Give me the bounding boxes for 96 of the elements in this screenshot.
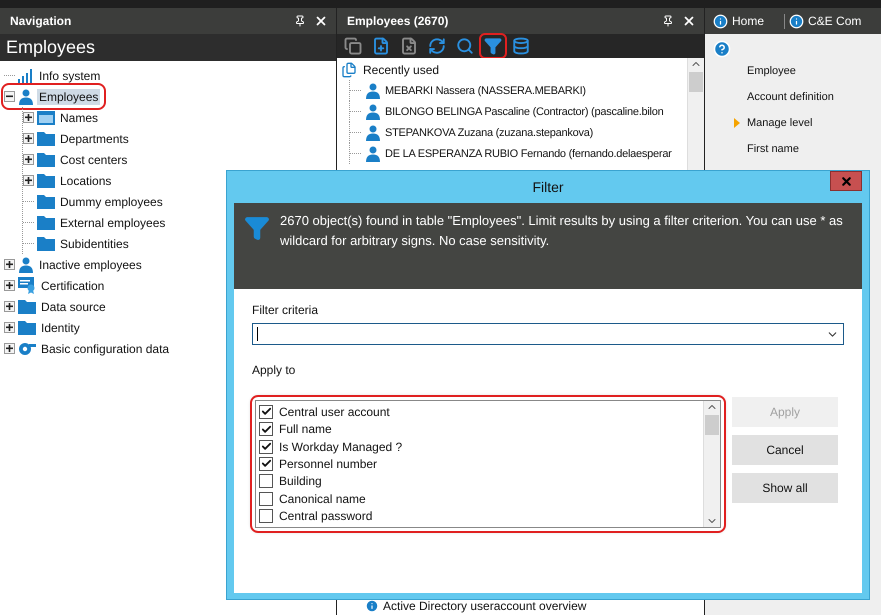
refresh-icon	[428, 37, 446, 55]
pin-icon[interactable]	[294, 15, 306, 27]
funnel-icon	[244, 215, 270, 241]
database-icon	[512, 37, 530, 55]
tree-item[interactable]: Inactive employees	[37, 256, 144, 272]
expand-icon[interactable]	[23, 175, 34, 186]
documents-icon	[341, 62, 357, 78]
checkbox[interactable]	[259, 509, 273, 524]
option-label[interactable]: Is Workday Managed ?	[279, 440, 402, 454]
close-button[interactable]	[830, 171, 862, 191]
checkbox[interactable]	[259, 422, 273, 436]
pin-icon[interactable]	[662, 15, 674, 27]
person-icon	[365, 124, 381, 140]
checkbox[interactable]	[259, 474, 273, 488]
expand-icon[interactable]	[4, 343, 15, 354]
person-icon	[18, 256, 34, 272]
close-icon[interactable]	[682, 14, 696, 28]
info-message: 2670 object(s) found in table "Employees". Limit results by using a filter criterion. You can use * as wildcard for arbitrary signs. No case sensitivity.	[280, 212, 844, 250]
tree-item[interactable]: Departments	[58, 130, 131, 146]
field-label: Apply to	[252, 363, 296, 377]
list-item[interactable]: BILONGO BELINGA Pascaline (Contractor) (pascaline.bilon	[385, 106, 664, 118]
close-icon	[840, 174, 852, 188]
person-icon	[365, 82, 381, 98]
field-label: Employee	[746, 65, 796, 77]
list-item[interactable]: MEBARKI Nassera (NASSERA.MEBARKI)	[385, 84, 586, 96]
checkbox[interactable]	[259, 440, 273, 454]
dialog-button[interactable]: Cancel	[732, 435, 838, 465]
expand-icon[interactable]	[23, 133, 34, 144]
tree-item[interactable]: Identity	[39, 320, 82, 336]
scrollbar-thumb[interactable]	[689, 72, 703, 92]
funnel-icon	[484, 37, 502, 55]
option-label[interactable]: Personnel number	[279, 456, 378, 471]
folder-icon	[18, 320, 36, 335]
new-file-icon	[372, 37, 390, 55]
checkbox[interactable]	[259, 456, 273, 471]
close-icon[interactable]	[314, 14, 328, 28]
filter-criteria-combobox[interactable]	[252, 323, 844, 345]
scrollbar-thumb[interactable]	[705, 415, 719, 435]
field-label: Manage level	[746, 117, 812, 129]
tree-item[interactable]: Cost centers	[58, 152, 130, 168]
folder-icon	[18, 299, 36, 314]
list-item[interactable]: DE LA ESPERANZA RUBIO Fernando (fernando.delaesperar	[385, 148, 672, 160]
panel-title: Navigation	[10, 14, 72, 28]
field-label: Account definition	[746, 91, 834, 103]
option-label[interactable]: Central password	[279, 509, 372, 524]
list-item[interactable]: STEPANKOVA Zuzana (zuzana.stepankova)	[385, 126, 594, 138]
person-icon	[365, 104, 381, 120]
tab[interactable]: Home	[709, 14, 786, 28]
expand-icon[interactable]	[4, 301, 15, 312]
expand-icon[interactable]	[23, 154, 34, 165]
person-icon	[365, 146, 381, 162]
folder-icon	[37, 152, 55, 167]
filter-button[interactable]	[481, 35, 505, 57]
folder-icon	[37, 131, 55, 146]
tree-item[interactable]: Names	[58, 110, 100, 126]
field-label: Filter criteria	[252, 303, 320, 317]
expand-icon[interactable]	[4, 322, 15, 333]
expand-icon[interactable]	[4, 259, 15, 270]
field-label: First name	[746, 143, 799, 155]
tree-item[interactable]: Info system	[37, 68, 102, 84]
certificate-icon	[18, 277, 36, 294]
person-icon	[18, 88, 34, 104]
info-icon	[789, 14, 804, 28]
delete-file-icon	[400, 37, 418, 55]
tree-item[interactable]: Locations	[58, 172, 114, 188]
copy-icon	[344, 37, 362, 55]
option-label[interactable]: Canonical name	[279, 492, 366, 506]
option-label[interactable]: Central user account	[279, 404, 390, 419]
search-icon	[456, 37, 474, 55]
section-heading: Employees	[0, 34, 336, 61]
checkbox[interactable]	[259, 404, 273, 419]
info-icon	[713, 14, 728, 28]
tree-item[interactable]: Certification	[39, 278, 106, 294]
tree-item[interactable]: Subidentities	[58, 236, 131, 252]
tree-item[interactable]: Dummy employees	[58, 194, 165, 210]
option-label[interactable]: Building	[279, 474, 322, 488]
tree-item[interactable]: Data source	[39, 298, 108, 314]
folder-icon	[37, 215, 55, 230]
dialog-button[interactable]: Show all	[732, 473, 838, 503]
expand-icon[interactable]	[23, 112, 34, 123]
tab[interactable]: C&E Com	[785, 14, 881, 28]
bar-chart-icon	[18, 68, 34, 82]
help-icon[interactable]	[713, 40, 731, 58]
tree-item[interactable]: Employees	[37, 88, 100, 104]
expand-icon[interactable]	[4, 280, 15, 291]
tree-item[interactable]: Basic configuration data	[39, 340, 172, 356]
checkbox[interactable]	[259, 492, 273, 506]
folder-icon	[37, 194, 55, 209]
group-label: Recently used	[363, 63, 440, 77]
dialog-title: Filter	[532, 179, 564, 195]
folder-icon	[37, 173, 55, 188]
panel-title: Employees (2670)	[347, 14, 448, 28]
option-label[interactable]: Full name	[279, 422, 332, 436]
collapse-icon[interactable]	[4, 91, 15, 102]
tree-item[interactable]: External employees	[58, 214, 168, 230]
folder-icon	[37, 236, 55, 251]
